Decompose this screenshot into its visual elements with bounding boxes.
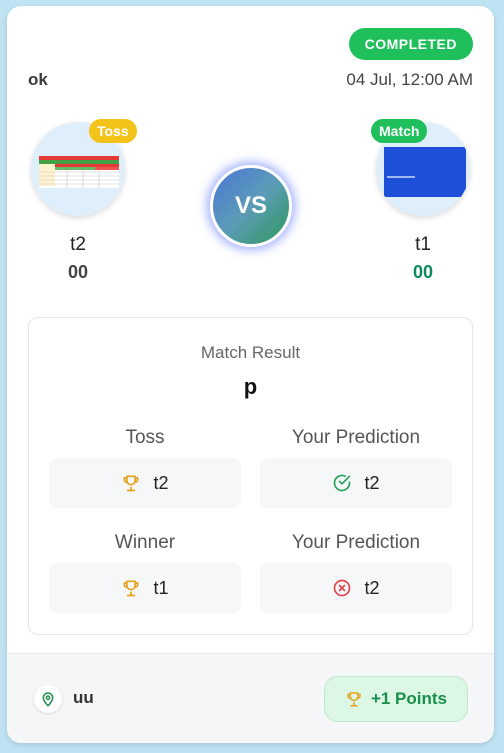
check-circle-icon: [334, 474, 351, 492]
team-right: Match t1 00: [371, 119, 473, 283]
trophy-icon: [347, 692, 361, 707]
winner-prediction-label: Your Prediction: [291, 532, 421, 553]
map-pin-icon: [42, 692, 54, 707]
match-date: 04 Jul, 12:00 AM: [346, 70, 473, 89]
points-label: +1 Points: [370, 689, 447, 708]
vs-badge: VS: [210, 165, 292, 247]
toss-label: Toss: [125, 427, 165, 448]
trophy-icon: [123, 475, 139, 492]
match-card: COMPLETED ok 04 Jul, 12:00 AM Toss t2 00…: [7, 6, 494, 743]
team-right-score: 00: [412, 262, 434, 282]
card-footer: uu +1 Points: [7, 653, 494, 743]
match-result-panel: Match Result p Toss Your Prediction t2 t…: [28, 317, 473, 635]
trophy-icon: [123, 580, 139, 597]
winner-prediction-value: t2: [364, 577, 380, 598]
toss-tag: Toss: [89, 119, 137, 143]
winner-result-cell: t1: [49, 563, 241, 613]
winner-prediction-cell: t2: [260, 563, 452, 613]
result-value: p: [243, 374, 258, 399]
winner-value: t1: [153, 577, 169, 598]
toss-prediction-label: Your Prediction: [291, 427, 421, 448]
toss-winner-value: t2: [153, 472, 169, 493]
points-badge: +1 Points: [323, 676, 468, 722]
team-left-score: 00: [67, 262, 89, 282]
team-left-name: t2: [70, 234, 86, 255]
team-right-name: t1: [415, 234, 431, 255]
match-tag: Match: [371, 119, 428, 143]
venue-pin: [34, 685, 62, 713]
winner-label: Winner: [114, 532, 176, 553]
result-title: Match Result: [200, 343, 301, 362]
x-circle-icon: [334, 579, 351, 597]
toss-prediction-value: t2: [364, 472, 380, 493]
team-left: Toss t2 00: [28, 119, 137, 283]
status-badge: COMPLETED: [348, 28, 473, 60]
venue-name: uu: [73, 688, 94, 707]
toss-prediction-cell: t2: [260, 458, 452, 508]
match-name: ok: [28, 70, 48, 89]
toss-result-cell: t2: [49, 458, 241, 508]
